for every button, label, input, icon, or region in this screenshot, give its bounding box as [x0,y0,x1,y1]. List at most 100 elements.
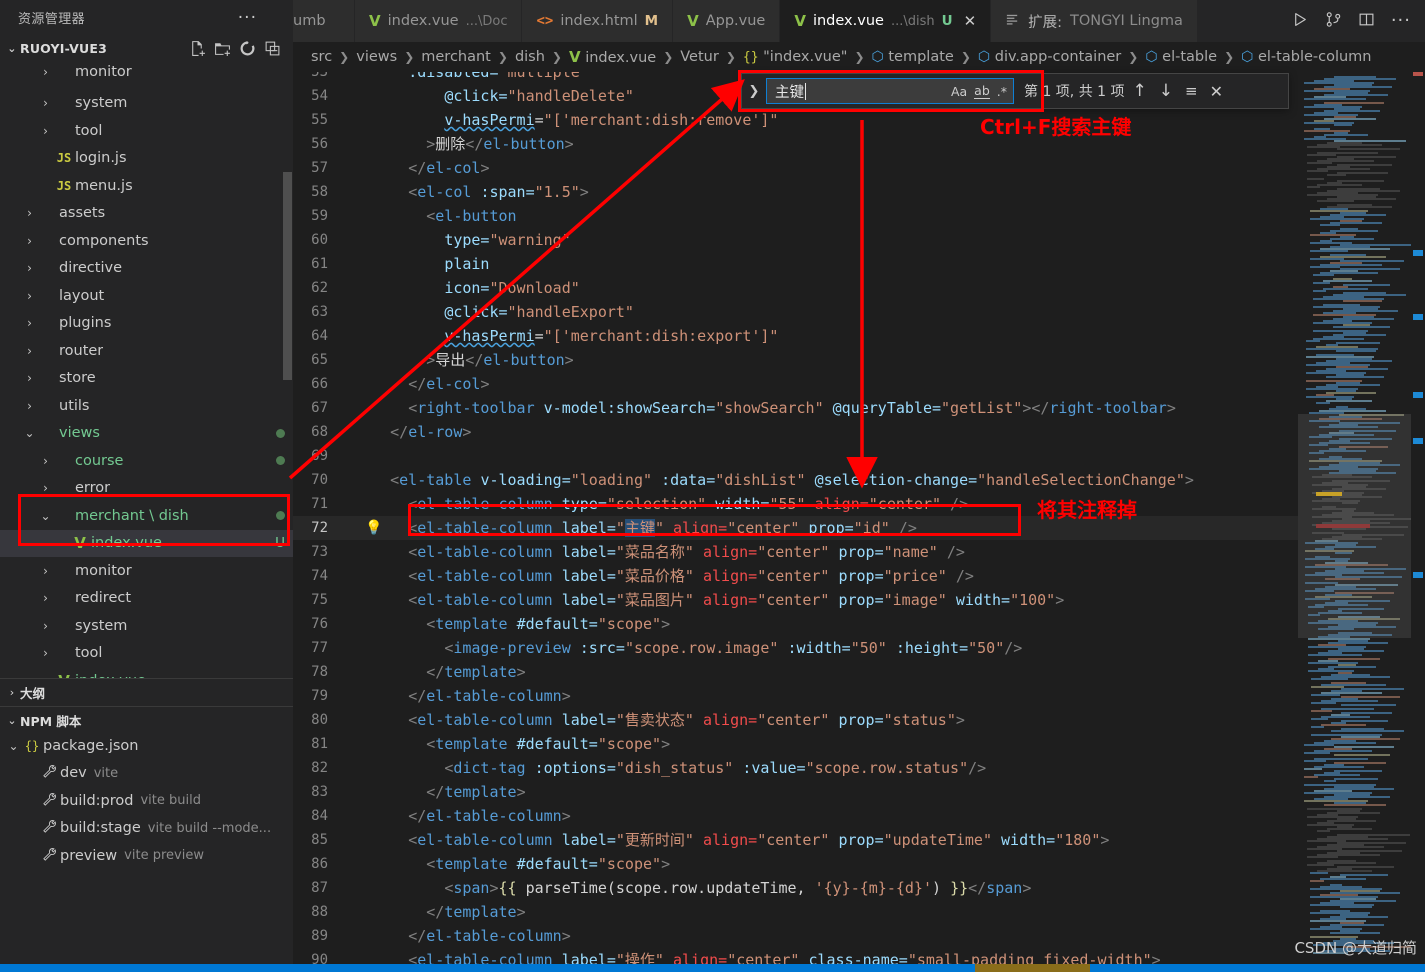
tab-index-html[interactable]: <> index.html M [522,0,674,42]
status-bar[interactable] [0,964,1425,972]
code-line[interactable]: 56 >删除</el-button> [293,132,1425,156]
npm-script-build-prod[interactable]: build:prod vite build [0,787,293,815]
find-widget[interactable]: ❯ 主键 Aa ab .* 第 1 项, 共 1 项 ↑ ↓ ≡ ✕ [741,73,1289,109]
npm-script-build-stage[interactable]: build:stage vite build --mode... [0,815,293,843]
npm-package-json[interactable]: ⌄ {} package.json [0,732,293,760]
code-line[interactable]: 63 @click="handleExport" [293,300,1425,324]
code-line[interactable]: 62 icon="Download" [293,276,1425,300]
tab-umb[interactable]: umb [293,0,355,42]
tab-index-vue-Doc[interactable]: Vindex.vue ...\Doc [355,0,523,42]
match-case-icon[interactable]: Aa [951,84,967,99]
tree-item-index-vue[interactable]: Vindex.vue [0,667,293,678]
code-line[interactable]: 65 >导出</el-button> [293,348,1425,372]
code-editor[interactable]: 53 :disabled="multiple" 54 @click="handle… [293,72,1425,964]
tab-index-vue-dish[interactable]: Vindex.vue ...\dish U ✕ [780,0,992,42]
breadcrumb-item[interactable]: V index.vue [569,48,656,66]
tree-item-login-js[interactable]: JS login.js [0,145,293,173]
code-line[interactable]: 80 <el-table-column label="售卖状态" align="… [293,708,1425,732]
code-line[interactable]: 86 <template #default="scope"> [293,852,1425,876]
tab-extension-tongyi[interactable]: 扩展: TONGYI Lingma [991,0,1197,42]
tree-item-menu-js[interactable]: JS menu.js [0,172,293,200]
code-line[interactable]: 61 plain [293,252,1425,276]
tree-item-monitor[interactable]: › monitor [0,557,293,585]
code-line[interactable]: 72 💡 <el-table-column label="主键" align="c… [293,516,1425,540]
tree-item-tool[interactable]: › tool [0,117,293,145]
tree-item-plugins[interactable]: › plugins [0,310,293,338]
npm-scripts-list[interactable]: ⌄ {} package.json dev vite build:prod vite bui… [0,732,293,870]
code-line[interactable]: 66 </el-col> [293,372,1425,396]
code-line[interactable]: 85 <el-table-column label="更新时间" align="… [293,828,1425,852]
code-line[interactable]: 82 <dict-tag :options="dish_status" :val… [293,756,1425,780]
editor-vertical-scrollbar[interactable] [1411,72,1425,964]
close-icon[interactable]: ✕ [1210,82,1223,101]
tree-item-directive[interactable]: › directive [0,255,293,283]
tree-item-store[interactable]: › store [0,365,293,393]
code-lines[interactable]: 53 :disabled="multiple" 54 @click="handle… [293,72,1425,964]
breadcrumb-item[interactable]: Vetur [680,49,719,65]
code-line[interactable]: 71 <el-table-column type="selection" wid… [293,492,1425,516]
file-tree[interactable]: › monitor › system › tool JS login.js JS menu.js ›… [0,0,293,678]
npm-script-preview[interactable]: preview vite preview [0,842,293,870]
arrow-down-icon[interactable]: ↓ [1159,81,1173,101]
lightbulb-icon[interactable]: 💡 [365,516,382,540]
breadcrumb-item[interactable]: views [356,49,397,65]
code-line[interactable]: 90 <el-table-column label="操作" align="ce… [293,948,1425,964]
breadcrumb-item[interactable]: src [311,49,332,65]
tree-item-utils[interactable]: › utils [0,392,293,420]
tab-app-vue[interactable]: V App.vue [673,0,781,42]
tree-item-system[interactable]: › system [0,90,293,118]
code-line[interactable]: 81 <template #default="scope"> [293,732,1425,756]
sidebar-scrollbar[interactable] [283,172,292,380]
breadcrumb-item[interactable]: {} "index.vue" [743,49,848,65]
code-line[interactable]: 59 <el-button [293,204,1425,228]
outline-panel-header[interactable]: › 大纲 [0,679,293,705]
split-editor-icon[interactable] [1358,11,1375,32]
npm-panel-header[interactable]: ⌄ NPM 脚本 [0,707,293,733]
code-line[interactable]: 58 <el-col :span="1.5"> [293,180,1425,204]
tree-item-monitor[interactable]: › monitor [0,60,293,84]
code-line[interactable]: 60 type="warning" [293,228,1425,252]
code-line[interactable]: 70 <el-table v-loading="loading" :data="… [293,468,1425,492]
tree-item-assets[interactable]: › assets [0,200,293,228]
breadcrumb-item[interactable]: ⬡ template [872,49,954,65]
breadcrumb-item[interactable]: ⬡ div.app-container [978,49,1121,65]
breadcrumb-item[interactable]: ⬡ el-table-column [1241,49,1371,65]
breadcrumb-item[interactable]: merchant [421,49,491,65]
breadcrumb-item[interactable]: dish [515,49,545,65]
code-line[interactable]: 76 <template #default="scope"> [293,612,1425,636]
tree-item-index-vue[interactable]: Vindex.vue U [0,529,293,557]
code-line[interactable]: 89 </el-table-column> [293,924,1425,948]
code-line[interactable]: 83 </template> [293,780,1425,804]
run-icon[interactable] [1292,11,1309,32]
code-line[interactable]: 64 v-hasPermi="['merchant:dish:export']" [293,324,1425,348]
code-line[interactable]: 57 </el-col> [293,156,1425,180]
find-input[interactable]: 主键 Aa ab .* [766,78,1014,104]
tab-close-icon[interactable]: ✕ [964,12,977,30]
tree-item-router[interactable]: › router [0,337,293,365]
minimap[interactable] [1298,72,1411,964]
arrow-up-icon[interactable]: ↑ [1133,81,1147,101]
find-in-selection-icon[interactable]: ≡ [1185,82,1198,100]
chevron-right-icon[interactable]: ❯ [742,84,766,99]
tree-item-tool[interactable]: › tool [0,640,293,668]
whole-word-icon[interactable]: ab [974,83,990,99]
source-control-icon[interactable] [1325,11,1342,32]
tree-item-views[interactable]: ⌄ views [0,420,293,448]
regex-icon[interactable]: .* [997,84,1007,99]
code-line[interactable]: 75 <el-table-column label="菜品图片" align="… [293,588,1425,612]
code-line[interactable]: 84 </el-table-column> [293,804,1425,828]
tree-item-course[interactable]: › course [0,447,293,475]
breadcrumb[interactable]: src ❯ views ❯ merchant ❯ dish ❯ V index.vue ❯ Vetu… [293,42,1425,72]
tree-item-merchant-dish[interactable]: ⌄ merchant \ dish [0,502,293,530]
code-line[interactable]: 77 <image-preview :src="scope.row.image"… [293,636,1425,660]
code-line[interactable]: 73 <el-table-column label="菜品名称" align="… [293,540,1425,564]
code-line[interactable]: 74 <el-table-column label="菜品价格" align="… [293,564,1425,588]
tree-item-components[interactable]: › components [0,227,293,255]
tree-item-system[interactable]: › system [0,612,293,640]
code-line[interactable]: 87 <span>{{ parseTime(scope.row.updateTi… [293,876,1425,900]
code-line[interactable]: 88 </template> [293,900,1425,924]
code-line[interactable]: 79 </el-table-column> [293,684,1425,708]
code-line[interactable]: 55 v-hasPermi="['merchant:dish:remove']" [293,108,1425,132]
tree-item-layout[interactable]: › layout [0,282,293,310]
tree-item-redirect[interactable]: › redirect [0,585,293,613]
